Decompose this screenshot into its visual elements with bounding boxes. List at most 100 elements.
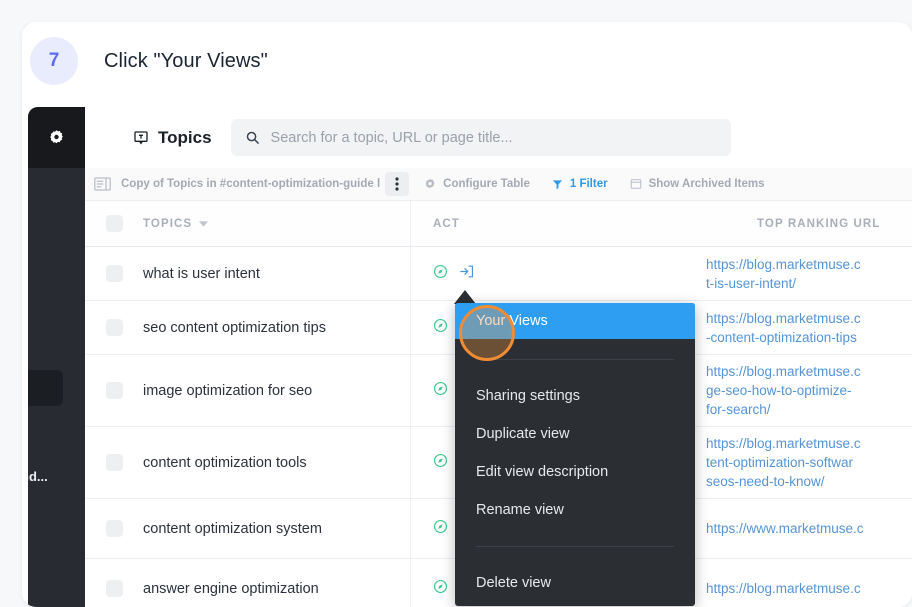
sort-caret-icon <box>199 220 209 227</box>
header-actions: ACT <box>411 201 634 246</box>
row-topic-cell: content optimization tools <box>143 427 411 498</box>
header-actions-label: ACT <box>433 217 460 230</box>
show-archived-items-button[interactable]: Show Archived Items <box>630 178 765 190</box>
menu-item-duplicate-view[interactable]: Duplicate view <box>455 415 695 453</box>
select-all-checkbox[interactable] <box>105 215 123 232</box>
view-list-icon <box>94 177 111 191</box>
compass-icon[interactable] <box>433 579 448 599</box>
table-header-row: TOPICS ACT TOP RANKING URL <box>85 201 912 247</box>
select-all-cell[interactable] <box>85 201 143 246</box>
header-score <box>634 201 706 246</box>
row-url-cell: https://blog.marketmuse.c ge-seo-how-to-o… <box>706 355 912 426</box>
compass-icon[interactable] <box>433 318 448 338</box>
row-url-link[interactable]: https://www.marketmuse.c <box>706 519 864 538</box>
row-action-icons <box>433 264 474 284</box>
filter-icon <box>552 179 562 189</box>
filter-button[interactable]: 1 Filter <box>552 178 608 190</box>
rail-truncated-label: nd... <box>28 469 48 484</box>
row-url-link[interactable]: https://blog.marketmuse.c tent-optimizati… <box>706 434 861 491</box>
rail-tile[interactable] <box>28 370 63 406</box>
top-bar: Topics <box>85 107 912 168</box>
row-select-cell[interactable] <box>85 559 143 607</box>
filter-label: 1 Filter <box>569 178 608 190</box>
inbox-in-icon[interactable] <box>459 264 474 284</box>
menu-item-delete-view[interactable]: Delete view <box>455 564 695 602</box>
row-topic-cell: what is user intent <box>143 247 411 300</box>
click-highlight-ring <box>459 305 515 361</box>
row-url-link[interactable]: https://blog.marketmuse.c <box>706 579 861 598</box>
row-checkbox[interactable] <box>105 265 123 282</box>
row-topic-label: content optimization tools <box>143 454 307 471</box>
compass-icon[interactable] <box>433 381 448 401</box>
row-select-cell[interactable] <box>85 247 143 300</box>
compass-icon[interactable] <box>433 264 448 284</box>
menu-item-edit-view-description[interactable]: Edit view description <box>455 453 695 491</box>
row-select-cell[interactable] <box>85 301 143 354</box>
row-topic-cell: seo content optimization tips <box>143 301 411 354</box>
menu-item-sharing-settings[interactable]: Sharing settings <box>455 377 695 415</box>
row-url-cell: https://blog.marketmuse.c t-is-user-inten… <box>706 247 912 300</box>
page-card: 7 Click "Your Views" nd... <box>22 22 912 607</box>
header-topics-label: TOPICS <box>143 217 193 230</box>
configure-table-label: Configure Table <box>443 178 530 190</box>
row-topic-label: what is user intent <box>143 265 260 282</box>
row-checkbox[interactable] <box>105 520 123 537</box>
row-checkbox[interactable] <box>105 382 123 399</box>
search-box[interactable] <box>230 119 731 156</box>
row-url-cell: https://blog.marketmuse.c tent-optimizati… <box>706 427 912 498</box>
row-checkbox[interactable] <box>105 454 123 471</box>
rail-header[interactable] <box>28 107 85 168</box>
menu-pointer <box>454 290 476 304</box>
header-topics[interactable]: TOPICS <box>143 201 411 246</box>
menu-item-label: Delete view <box>476 575 551 591</box>
search-input[interactable] <box>270 129 701 146</box>
menu-item-rename-view[interactable]: Rename view <box>455 491 695 529</box>
row-url-link[interactable]: https://blog.marketmuse.c t-is-user-inten… <box>706 255 861 293</box>
row-score-cell <box>634 247 706 300</box>
search-icon <box>246 131 259 144</box>
row-topic-label: answer engine optimization <box>143 580 319 597</box>
row-url-cell: https://blog.marketmuse.c -content-optimi… <box>706 301 912 354</box>
row-topic-label: image optimization for seo <box>143 382 313 399</box>
row-topic-cell: answer engine optimization <box>143 559 411 607</box>
row-select-cell[interactable] <box>85 355 143 426</box>
header-top-ranking-url-label: TOP RANKING URL <box>757 217 881 230</box>
row-topic-cell: content optimization system <box>143 499 411 558</box>
row-select-cell[interactable] <box>85 499 143 558</box>
configure-table-button[interactable]: Configure Table <box>424 178 530 190</box>
menu-item-label: Duplicate view <box>476 426 570 442</box>
gear-icon <box>425 178 435 189</box>
archive-icon <box>630 179 641 189</box>
menu-item-label: Rename view <box>476 502 564 518</box>
menu-item-label: Edit view description <box>476 464 609 480</box>
instruction-banner: 7 Click "Your Views" <box>22 22 912 100</box>
kebab-dots <box>395 177 399 191</box>
row-checkbox[interactable] <box>105 319 123 336</box>
row-url-link[interactable]: https://blog.marketmuse.c ge-seo-how-to-o… <box>706 362 861 419</box>
breadcrumb-label: Copy of Topics in #content-optimization-… <box>121 178 381 190</box>
row-topic-label: content optimization system <box>143 520 322 537</box>
compass-icon[interactable] <box>433 453 448 473</box>
row-url-cell: https://blog.marketmuse.c <box>706 559 912 607</box>
row-topic-label: seo content optimization tips <box>143 319 326 336</box>
step-number: 7 <box>48 50 60 71</box>
table-toolbar: Copy of Topics in #content-optimization-… <box>85 168 912 201</box>
menu-item-label: Sharing settings <box>476 388 580 404</box>
instruction-text: Click "Your Views" <box>104 49 268 72</box>
app-window: nd... Topics <box>28 107 912 607</box>
row-url-cell: https://www.marketmuse.c <box>706 499 912 558</box>
row-checkbox[interactable] <box>105 580 123 597</box>
topic-icon <box>134 130 148 145</box>
compass-icon[interactable] <box>433 519 448 539</box>
table-row[interactable]: what is user intent https://blog.marketmu… <box>85 247 912 301</box>
breadcrumb[interactable]: Copy of Topics in #content-optimization-… <box>94 177 380 191</box>
show-archived-items-label: Show Archived Items <box>648 178 765 190</box>
row-url-link[interactable]: https://blog.marketmuse.c -content-optimi… <box>706 309 861 347</box>
header-top-ranking-url: TOP RANKING URL <box>706 201 912 246</box>
left-rail: nd... <box>28 107 85 607</box>
kebab-menu-icon[interactable] <box>385 172 410 196</box>
row-topic-cell: image optimization for seo <box>143 355 411 426</box>
row-select-cell[interactable] <box>85 427 143 498</box>
table-header: TOPICS ACT TOP RANKING URL <box>85 201 912 247</box>
step-number-badge: 7 <box>30 37 78 85</box>
